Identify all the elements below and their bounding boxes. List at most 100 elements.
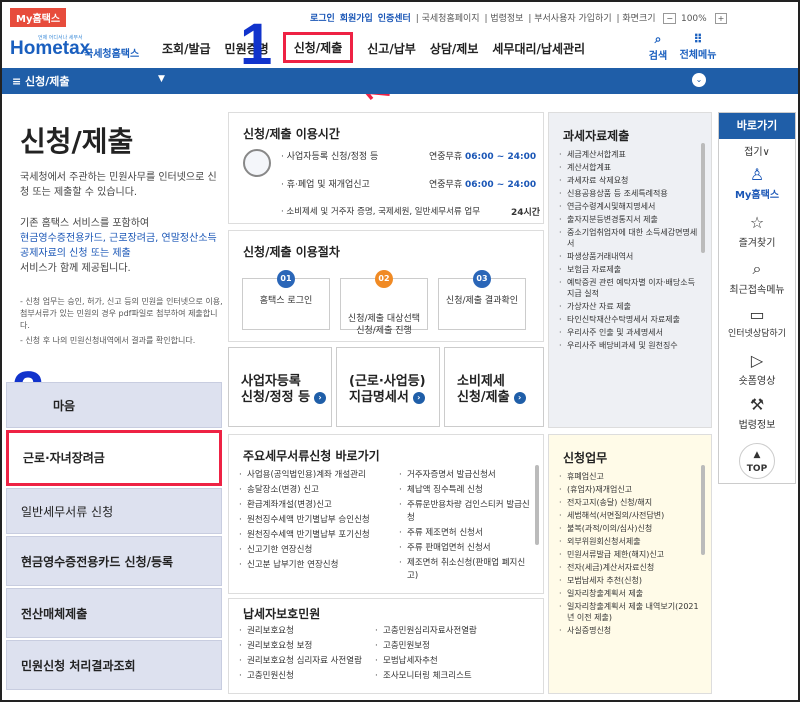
- menu-consult[interactable]: 상담/제보: [430, 40, 479, 63]
- search-button[interactable]: ⌕ 검색: [638, 32, 678, 62]
- tax-data-item[interactable]: 과세자료 삭제요청: [559, 175, 699, 186]
- scroll-top-button[interactable]: ▲ TOP: [739, 443, 775, 479]
- major-app-item[interactable]: 주류 제조면허 신청서: [399, 527, 533, 540]
- civil-work-item[interactable]: 전자(세금)계산서자료신청: [559, 562, 699, 573]
- consumption-tax-card[interactable]: 소비제세 신청/제출 ›: [444, 347, 544, 427]
- tax-data-item[interactable]: 가상자산 자료 제출: [559, 301, 699, 312]
- quick-menu-fold-button[interactable]: 접기∨: [719, 143, 795, 158]
- tax-data-item[interactable]: 출자지분등변경통지서 제출: [559, 214, 699, 225]
- left-menu-media-submit[interactable]: 전산매체제출: [6, 588, 222, 638]
- protection-item[interactable]: 권리보호요청: [239, 625, 389, 638]
- tax-data-item[interactable]: 우리사주 배당비과세 및 원천징수: [559, 340, 699, 351]
- all-menu-button[interactable]: ⠿ 전체메뉴: [678, 32, 718, 62]
- civil-work-item[interactable]: 일자리창출계획서 제출: [559, 588, 699, 599]
- protection-item[interactable]: 고충민원심리자료사전열람: [375, 625, 535, 638]
- major-app-item[interactable]: 주류운반용차량 검인스티커 발급신청: [399, 499, 533, 525]
- signup-link[interactable]: 회원가입: [340, 14, 373, 24]
- tax-data-item[interactable]: 우리사주 인출 및 과세명세서: [559, 327, 699, 338]
- civil-work-item[interactable]: 사실증명신청: [559, 625, 699, 636]
- quick-my-hometax[interactable]: ♙ My홈택스: [719, 165, 795, 201]
- menu-apply-submit[interactable]: 신청/제출: [282, 32, 354, 63]
- quick-law[interactable]: ⚒ 법령정보: [719, 395, 795, 431]
- major-app-item[interactable]: 체납액 징수특례 신청: [399, 484, 533, 497]
- major-apps-col2: 거주자증명서 발급신청서 체납액 징수특례 신청 주류운반용차량 검인스티커 발…: [399, 469, 533, 585]
- civil-work-item[interactable]: (휴업자)재개업신고: [559, 484, 699, 495]
- quick-consult[interactable]: ▭ 인터넷상담하기: [719, 305, 795, 339]
- tax-data-item[interactable]: 타인신탁재산수탁명세서 자료제출: [559, 314, 699, 325]
- login-link[interactable]: 로그인: [310, 14, 335, 24]
- payment-statement-line1: (근로·사업등): [349, 374, 426, 389]
- left-menu-cash-receipt-card[interactable]: 현금영수증전용카드 신청/등록: [6, 536, 222, 586]
- search-label: 검색: [648, 51, 668, 62]
- civil-work-item[interactable]: 전자고지(송달) 신청/해지: [559, 497, 699, 508]
- protection-item[interactable]: 권리보호요청 보정: [239, 640, 389, 653]
- dept-user-signup-link[interactable]: 부서사용자 가입하기: [534, 14, 611, 24]
- nts-homepage-link[interactable]: 국세청홈페이지: [422, 14, 480, 24]
- arrow-right-icon: ›: [513, 391, 526, 404]
- civil-work-item[interactable]: 일자리창출계획서 제출 내역보기(2021년 이전 제출): [559, 601, 699, 623]
- zoom-out-button[interactable]: −: [663, 13, 677, 24]
- screen-size-label: 화면크기: [622, 14, 656, 24]
- civil-work-item[interactable]: 세법해석(서면질의/사전답변): [559, 510, 699, 521]
- civil-work-item[interactable]: 휴폐업신고: [559, 471, 699, 482]
- sub-nav-label[interactable]: ≡ 신청/제출: [12, 73, 70, 89]
- protection-item[interactable]: 조사모니터링 체크리스트: [375, 670, 535, 683]
- tax-data-item[interactable]: 예탁증권 관련 예탁자별 이자·배당소득 지급 실적: [559, 277, 699, 299]
- major-app-item[interactable]: 제조면허 취소신청(판매업 폐지신고): [399, 557, 533, 583]
- law-info-link[interactable]: 법령정보: [490, 14, 523, 24]
- step-1-number: 01: [277, 270, 295, 288]
- major-app-item[interactable]: 원천징수세액 반기별납부 포기신청: [239, 529, 399, 542]
- expand-icon[interactable]: ⌄: [692, 73, 706, 87]
- major-app-item[interactable]: 신고기한 연장신청: [239, 544, 399, 557]
- quick-recent[interactable]: ⌕ 최근접속메뉴: [719, 259, 795, 296]
- business-registration-card[interactable]: 사업자등록 신청/정정 등 ›: [228, 347, 332, 427]
- protection-item[interactable]: 권리보호요청 심리자료 사전열람: [239, 655, 389, 668]
- tax-data-item[interactable]: 연금수령계시및해지명세서: [559, 201, 699, 212]
- major-app-item[interactable]: 원천징수세액 반기별납부 승인신청: [239, 514, 399, 527]
- zoom-in-button[interactable]: +: [714, 13, 728, 24]
- tax-data-item[interactable]: 보험금 자료제출: [559, 264, 699, 275]
- civil-work-scrollbar[interactable]: [701, 465, 705, 555]
- left-menu-frequent[interactable]: 마음: [6, 382, 222, 428]
- menu-lookup[interactable]: 조회/발급: [162, 40, 211, 63]
- caret-up-icon: ▲: [753, 450, 761, 460]
- step-2-number: 02: [375, 270, 393, 288]
- tax-data-item[interactable]: 신용공용상품 등 조세특례적용: [559, 188, 699, 199]
- major-app-item[interactable]: 주류 판매업면허 신청서: [399, 542, 533, 555]
- quick-favorites[interactable]: ☆ 즐겨찾기: [719, 213, 795, 249]
- tax-data-item[interactable]: 중소기업취업자에 대한 소득세감면명세서: [559, 227, 699, 249]
- civil-work-item[interactable]: 민원서류발급 제한(해지)신고: [559, 549, 699, 560]
- usage-row-3-time: 24시간: [511, 208, 541, 218]
- clock-icon: [243, 149, 271, 177]
- menu-tax-agent[interactable]: 세무대리/납세관리: [492, 40, 585, 63]
- protection-item[interactable]: 모범납세자추천: [375, 655, 535, 668]
- left-menu-general-tax-docs[interactable]: 일반세무서류 신청: [6, 488, 222, 534]
- major-app-item[interactable]: 사업용(공익법인용)계좌 개설관리: [239, 469, 399, 482]
- logo-text: Hometax: [10, 38, 91, 59]
- menu-report-pay[interactable]: 신고/납부: [367, 40, 416, 63]
- left-menu-earned-income-credit[interactable]: 근로·자녀장려금: [6, 430, 222, 486]
- step-1-label: 홈택스 로그인: [259, 296, 313, 306]
- tax-data-item[interactable]: 세금계산서합계표: [559, 149, 699, 160]
- payment-statement-card[interactable]: (근로·사업등) 지급명세서 ›: [336, 347, 440, 427]
- cert-center-link[interactable]: 인증센터: [378, 14, 411, 24]
- major-app-item[interactable]: 거주자증명서 발급신청서: [399, 469, 533, 482]
- tax-data-scrollbar[interactable]: [701, 143, 705, 253]
- major-app-item[interactable]: 신고분 납부기한 연장신청: [239, 559, 399, 572]
- protection-item[interactable]: 고충민원신청: [239, 670, 389, 683]
- quick-shortform[interactable]: ▷ 숏폼영상: [719, 351, 795, 387]
- my-hometax-badge[interactable]: My홈택스: [10, 8, 67, 27]
- major-app-item[interactable]: 환급계좌개설(변경)신고: [239, 499, 399, 512]
- major-apps-scrollbar[interactable]: [535, 465, 539, 545]
- civil-work-item[interactable]: 모범납세자 추천(신청): [559, 575, 699, 586]
- step-3-number: 03: [473, 270, 491, 288]
- tax-data-item[interactable]: 계산서합계표: [559, 162, 699, 173]
- hometax-logo[interactable]: 언제 어디서나 세무서 Hometax 국세청홈택스: [10, 34, 170, 62]
- tax-data-item[interactable]: 파생상품거래내역서: [559, 251, 699, 262]
- major-app-item[interactable]: 송달장소(변경) 신고: [239, 484, 399, 497]
- caret-down-icon[interactable]: ▼: [158, 74, 165, 84]
- protection-item[interactable]: 고충민원보정: [375, 640, 535, 653]
- civil-work-item[interactable]: 외부위원회신청서제출: [559, 536, 699, 547]
- left-menu-result-inquiry[interactable]: 민원신청 처리결과조회: [6, 640, 222, 690]
- civil-work-item[interactable]: 불복(과적/이의/심사)신청: [559, 523, 699, 534]
